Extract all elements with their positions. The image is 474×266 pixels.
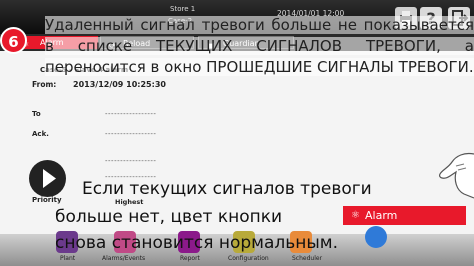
priority-value: Highest: [115, 198, 144, 206]
top-bar: Store 1 Case-2 2014/01/01 12:00 ?: [0, 0, 474, 34]
back-arrow-icon[interactable]: [365, 226, 387, 248]
nav-label-configuration: Configuration: [228, 255, 269, 262]
nav-label-scheduler: Scheduler: [292, 255, 323, 262]
alarm-screen: Store 1 Case-2 2014/01/01 12:00 ? ⚛ Alar…: [0, 0, 474, 266]
scheduler-icon[interactable]: [290, 231, 312, 253]
tab-alarm-label: Alarm: [40, 38, 64, 47]
help-icon[interactable]: ?: [420, 7, 442, 29]
field-value-dashes: -----------------: [105, 157, 157, 165]
plant-icon[interactable]: [56, 231, 78, 253]
printer-icon[interactable]: [395, 7, 417, 29]
nav-label-alarms: Alarms/Events: [102, 255, 146, 262]
shield-icon: ▣: [207, 41, 215, 50]
ack-label: Ack.: [32, 130, 49, 138]
tab-reload[interactable]: ⟳ Reload: [100, 36, 194, 50]
alarm-title: Case-5 - Slave 4 alarm: [40, 66, 129, 74]
to-value: -----------------: [105, 110, 157, 118]
tab-guardian[interactable]: ▣ Guardian: [198, 36, 294, 50]
report-icon[interactable]: [178, 231, 200, 253]
reload-icon: ⟳: [109, 41, 116, 50]
from-label: From:: [32, 80, 57, 89]
tab-reload-label: Reload: [123, 39, 151, 48]
svg-text:?: ?: [426, 9, 435, 28]
nav-label-plant: Plant: [60, 255, 76, 262]
alarms-events-icon[interactable]: [114, 231, 136, 253]
datetime-display: 2014/01/01 12:00: [277, 9, 345, 18]
nav-label-report: Report: [180, 255, 200, 262]
from-value: 2013/12/09 10:25:30: [73, 80, 166, 89]
exit-icon[interactable]: [448, 7, 470, 29]
to-label: To: [32, 110, 41, 118]
ack-value: -----------------: [105, 130, 157, 138]
field-value-dashes: -----------------: [105, 173, 157, 181]
configuration-icon[interactable]: [233, 231, 255, 253]
store-label: Store 1: [170, 5, 196, 13]
priority-label: Priority: [32, 196, 62, 204]
callout-number-badge: 6: [0, 27, 27, 54]
case-label: Case-2: [168, 17, 193, 25]
tab-guardian-label: Guardian: [223, 39, 260, 48]
hand-pointer-icon: [439, 152, 474, 199]
